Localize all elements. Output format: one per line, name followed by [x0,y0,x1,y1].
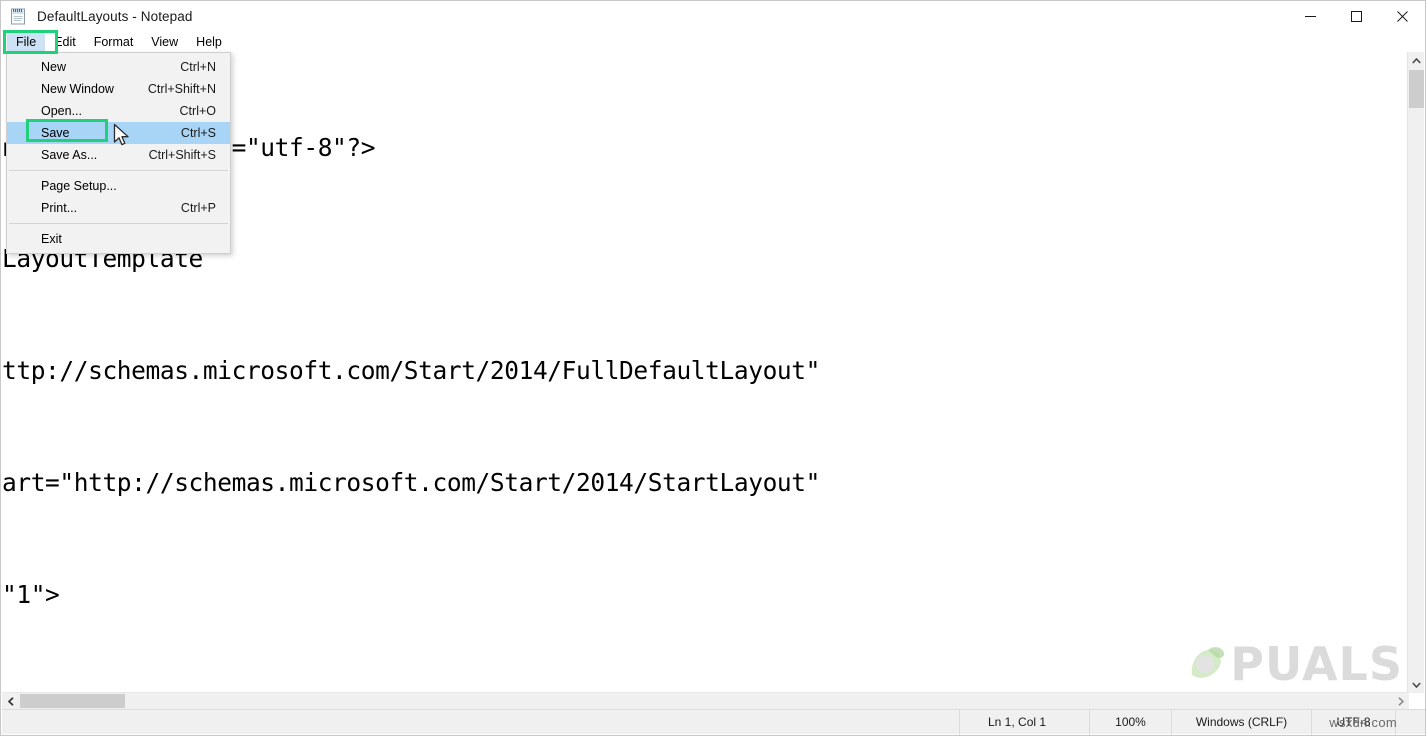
menubar-item-edit[interactable]: Edit [45,33,85,52]
maximize-button[interactable] [1333,1,1379,32]
menubar-item-help-label: Help [196,35,222,49]
menu-item-new-window-accel: Ctrl+Shift+N [130,82,216,96]
window-controls [1287,1,1425,32]
menu-item-new[interactable]: New Ctrl+N [7,56,230,78]
chevron-up-icon [1412,58,1421,64]
status-bar: Ln 1, Col 1 100% Windows (CRLF) UTF-8 ws… [2,709,1425,734]
editor-line: art="http://schemas.microsoft.com/Start/… [2,464,1121,501]
menu-item-save[interactable]: Save Ctrl+S [7,122,230,144]
scroll-right-button[interactable] [1392,693,1409,709]
chevron-down-icon [1412,682,1421,688]
menu-item-open[interactable]: Open... Ctrl+O [7,100,230,122]
close-icon [1397,11,1408,22]
menu-separator [9,170,228,171]
chevron-left-icon [8,697,14,706]
notepad-icon [10,8,27,26]
menu-item-exit-label: Exit [41,232,198,246]
menubar-item-view-label: View [151,35,178,49]
editor-line: ttp://schemas.microsoft.com/Start/2014/F… [2,352,1121,389]
file-dropdown-menu: New Ctrl+N New Window Ctrl+Shift+N Open.… [6,52,231,254]
scroll-down-button[interactable] [1408,676,1424,693]
title-bar: DefaultLayouts - Notepad [1,1,1425,32]
menubar-item-format-label: Format [94,35,134,49]
menu-item-save-as[interactable]: Save As... Ctrl+Shift+S [7,144,230,166]
horizontal-scrollbar-thumb[interactable] [20,694,125,708]
menu-item-save-as-label: Save As... [41,148,131,162]
menu-item-open-accel: Ctrl+O [162,104,216,118]
site-watermark: wsxdn.com [1329,715,1397,730]
menu-item-open-label: Open... [41,104,162,118]
vertical-scrollbar-thumb[interactable] [1409,70,1424,108]
menu-item-save-accel: Ctrl+S [163,126,216,140]
status-cursor-position: Ln 1, Col 1 [959,710,1089,735]
menubar-item-view[interactable]: View [142,33,187,52]
menu-item-exit[interactable]: Exit [7,228,230,250]
menu-item-print-label: Print... [41,201,163,215]
scroll-left-button[interactable] [2,693,19,709]
menubar-item-file[interactable]: File [7,33,45,52]
minimize-button[interactable] [1287,1,1333,32]
window-title: DefaultLayouts - Notepad [37,9,193,24]
status-zoom-level[interactable]: 100% [1089,710,1171,735]
menu-item-page-setup-label: Page Setup... [41,179,198,193]
menu-item-save-label: Save [41,126,163,140]
close-button[interactable] [1379,1,1425,32]
horizontal-scrollbar[interactable] [2,692,1409,709]
maximize-icon [1351,11,1362,22]
menu-bar: File Edit Format View Help [1,32,1425,52]
menubar-item-help[interactable]: Help [187,33,231,52]
editor-line: "1"> [2,576,1121,613]
menu-item-new-label: New [41,60,162,74]
menubar-item-edit-label: Edit [54,35,76,49]
notepad-window: DefaultLayouts - Notepad [0,0,1426,736]
scroll-up-button[interactable] [1408,52,1424,69]
menu-separator [9,223,228,224]
menu-item-new-window[interactable]: New Window Ctrl+Shift+N [7,78,230,100]
status-line-ending: Windows (CRLF) [1171,710,1311,735]
menubar-item-file-label: File [16,35,36,49]
menu-item-print[interactable]: Print... Ctrl+P [7,197,230,219]
menu-item-print-accel: Ctrl+P [163,201,216,215]
minimize-icon [1305,11,1316,22]
chevron-right-icon [1398,697,1404,706]
menubar-item-format[interactable]: Format [85,33,143,52]
menu-item-new-accel: Ctrl+N [162,60,216,74]
menu-item-save-as-accel: Ctrl+Shift+S [131,148,216,162]
menu-item-page-setup[interactable]: Page Setup... [7,175,230,197]
resize-grip[interactable] [1395,710,1425,735]
menu-item-new-window-label: New Window [41,82,130,96]
title-bar-left: DefaultLayouts - Notepad [1,8,1287,26]
vertical-scrollbar[interactable] [1407,52,1424,693]
